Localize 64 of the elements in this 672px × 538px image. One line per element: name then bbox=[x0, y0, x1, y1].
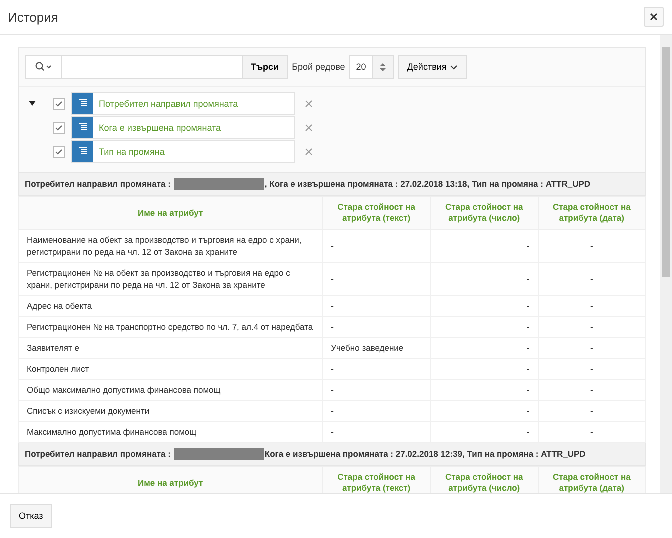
table-cell: - bbox=[538, 316, 646, 338]
table-cell: Заявителят е bbox=[18, 338, 323, 358]
table-cell: Общо максимално допустима финансова помощ bbox=[18, 380, 323, 400]
table-cell: - bbox=[430, 358, 538, 380]
table-cell: - bbox=[538, 262, 646, 296]
table-cell: - bbox=[322, 262, 430, 296]
group-label: Потребител направил промяната : bbox=[25, 449, 171, 459]
column-header: Стара стойност на атрибута (дата) bbox=[538, 466, 646, 493]
column-header: Име на атрибут bbox=[18, 466, 323, 493]
column-header: Стара стойност на атрибута (текст) bbox=[322, 196, 430, 230]
table-cell: - bbox=[538, 296, 646, 316]
table-cell: Адрес на обекта bbox=[18, 296, 323, 316]
table-cell: Контролен лист bbox=[18, 358, 323, 380]
remove-icon[interactable] bbox=[305, 124, 313, 132]
close-button[interactable] bbox=[644, 7, 664, 27]
check-icon bbox=[55, 100, 63, 106]
table-cell: - bbox=[322, 296, 430, 316]
column-header: Стара стойност на атрибута (число) bbox=[430, 466, 538, 493]
table-cell: - bbox=[538, 380, 646, 400]
triangle-icon[interactable] bbox=[29, 100, 36, 107]
table-cell: Учебно заведение bbox=[322, 338, 430, 358]
remove-icon[interactable] bbox=[305, 148, 313, 156]
checkbox[interactable] bbox=[53, 146, 65, 158]
table-cell: - bbox=[430, 380, 538, 400]
group-info: , Кога е извършена промяната : 27.02.2018 13:18, Тип на промяна : ATTR_UPD bbox=[264, 179, 591, 189]
checkbox[interactable] bbox=[53, 122, 65, 134]
column-header: Стара стойност на атрибута (текст) bbox=[322, 466, 430, 493]
table-cell: Списък с изискуеми документи bbox=[18, 400, 323, 422]
table-cell: - bbox=[430, 230, 538, 262]
rows-label: Брой редове bbox=[292, 62, 346, 72]
table-cell: Наименование на обект за производство и търговия на едро с храни, регистрирани по реда на чл. 12 от Закона за храните bbox=[18, 230, 323, 262]
table-cell: - bbox=[430, 296, 538, 316]
rows-select[interactable]: 20 bbox=[349, 55, 394, 79]
table-cell: Регистрационен № на транспортно средство по чл. 7, ал.4 от наредбата bbox=[18, 316, 323, 338]
table-cell: - bbox=[430, 262, 538, 296]
table-cell: - bbox=[322, 380, 430, 400]
table-cell: - bbox=[430, 338, 538, 358]
close-icon bbox=[650, 13, 658, 21]
spinner-arrows-icon bbox=[380, 62, 386, 72]
column-header: Име на атрибут bbox=[18, 196, 323, 230]
column-header: Стара стойност на атрибута (число) bbox=[430, 196, 538, 230]
table-cell: - bbox=[322, 400, 430, 422]
table-cell: - bbox=[430, 400, 538, 422]
check-icon bbox=[55, 148, 63, 154]
table-cell: - bbox=[538, 338, 646, 358]
table-cell: Регистрационен № на обект за производство и търговия на едро с храни, регистрирани по реда на чл. 12 от Закона за храните bbox=[18, 262, 323, 296]
table-cell: - bbox=[322, 358, 430, 380]
table-cell: - bbox=[538, 358, 646, 380]
caret-icon bbox=[450, 64, 458, 70]
scrollbar[interactable] bbox=[660, 35, 672, 493]
cancel-button[interactable]: Отказ bbox=[10, 504, 52, 528]
table-cell: - bbox=[538, 230, 646, 262]
column-header: Стара стойност на атрибута (дата) bbox=[538, 196, 646, 230]
window-title: История bbox=[8, 10, 58, 24]
table-cell: - bbox=[430, 316, 538, 338]
actions-button[interactable]: Действия bbox=[398, 55, 467, 79]
group-label: Потребител направил промяната : bbox=[25, 179, 171, 189]
table-cell: - bbox=[322, 230, 430, 262]
table-cell: - bbox=[538, 400, 646, 422]
table-cell: - bbox=[322, 316, 430, 338]
check-icon bbox=[55, 124, 63, 130]
checkbox[interactable] bbox=[53, 98, 65, 110]
group-info: Кога е извършена промяната : 27.02.2018 12:39, Тип на промяна : ATTR_UPD bbox=[264, 449, 586, 459]
remove-icon[interactable] bbox=[305, 100, 313, 108]
